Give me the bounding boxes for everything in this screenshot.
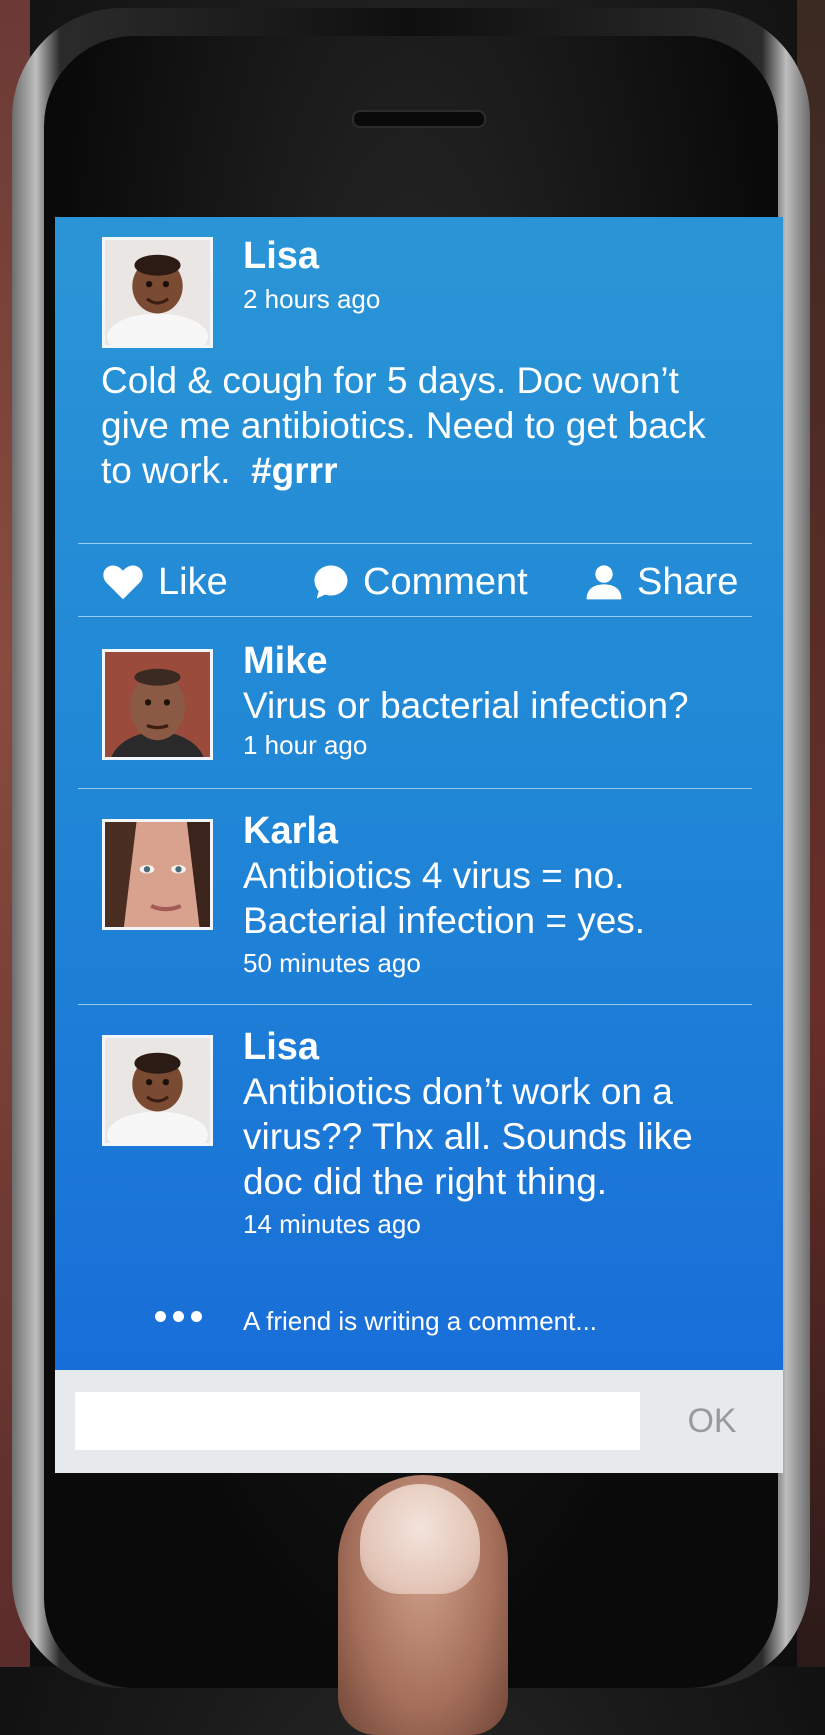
heart-icon (103, 565, 143, 600)
woman-photo (105, 822, 210, 927)
post-author[interactable]: Lisa (243, 234, 319, 278)
like-label: Like (158, 561, 228, 603)
thumbnail-nail (360, 1484, 480, 1594)
comment-text-line: doc did the right thing. (243, 1161, 608, 1202)
avatar-lisa[interactable] (102, 237, 213, 348)
divider (78, 1004, 752, 1005)
comment-text-line: Bacterial infection = yes. (243, 900, 646, 941)
avatar-karla[interactable] (102, 819, 213, 930)
divider (78, 616, 752, 617)
comment-text-line: Antibiotics 4 virus = no. (243, 855, 625, 896)
avatar-lisa[interactable] (102, 1035, 213, 1146)
comment-author[interactable]: Lisa (243, 1025, 319, 1069)
earpiece-speaker (352, 110, 486, 128)
share-label: Share (637, 561, 739, 603)
comment-text-line: Antibiotics don’t work on a (243, 1071, 673, 1112)
baby-photo (105, 1038, 210, 1143)
speech-bubble-icon (314, 565, 348, 599)
divider (78, 788, 752, 789)
baby-photo (105, 240, 210, 345)
comment-text: Virus or bacterial infection? (243, 685, 689, 726)
comment-author[interactable]: Mike (243, 639, 327, 683)
comment-composer: OK (55, 1370, 783, 1473)
comment-time: 1 hour ago (243, 730, 368, 760)
avatar-mike[interactable] (102, 649, 213, 760)
comment-label: Comment (363, 561, 528, 603)
comment-author[interactable]: Karla (243, 809, 338, 853)
post-text: Cold & cough for 5 days. Doc won’t give … (101, 358, 741, 493)
like-button[interactable]: Like (102, 557, 228, 607)
comment-input[interactable] (75, 1392, 640, 1450)
post-hashtag[interactable]: #grrr (251, 450, 337, 491)
comment-time: 50 minutes ago (243, 948, 421, 978)
comment-time: 14 minutes ago (243, 1209, 421, 1239)
comment-button[interactable]: Comment (313, 557, 528, 607)
social-feed-screen: Lisa 2 hours ago Cold & cough for 5 days… (55, 217, 783, 1473)
divider (78, 543, 752, 544)
man-photo (105, 652, 210, 757)
share-button[interactable]: Share (585, 557, 738, 607)
person-icon (586, 565, 622, 600)
ok-button[interactable]: OK (667, 1392, 757, 1450)
post-message: Cold & cough for 5 days. Doc won’t give … (101, 360, 706, 491)
comment-text-line: virus?? Thx all. Sounds like (243, 1116, 693, 1157)
typing-indicator: A friend is writing a comment... (243, 1306, 598, 1336)
post-time: 2 hours ago (243, 284, 381, 314)
typing-dots-icon (155, 1311, 202, 1322)
